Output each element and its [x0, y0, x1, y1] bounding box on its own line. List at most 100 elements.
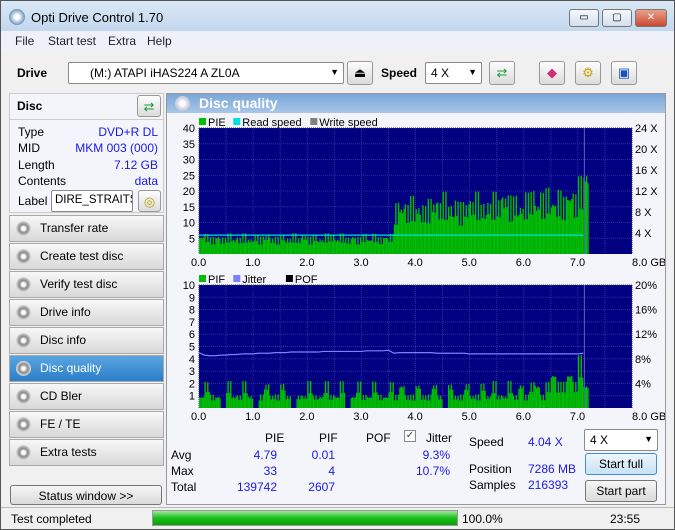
data-bar: [541, 400, 543, 408]
data-bar: [338, 241, 340, 254]
nav-verify-test-disc[interactable]: Verify test disc: [9, 271, 164, 298]
jitter-checkbox[interactable]: ✓: [404, 430, 416, 442]
maximize-button[interactable]: ▢: [602, 9, 632, 27]
data-bar: [319, 396, 321, 408]
data-bar: [246, 242, 248, 254]
eject-button[interactable]: ⏏: [347, 61, 373, 85]
erase-button[interactable]: ◆: [539, 61, 565, 85]
settings-button[interactable]: ⚙: [575, 61, 601, 85]
start-part-button[interactable]: Start part: [585, 480, 657, 502]
data-bar: [376, 392, 378, 408]
data-bar: [502, 396, 504, 408]
data-bar: [388, 392, 390, 408]
data-bar: [332, 234, 335, 254]
data-bar: [209, 394, 212, 408]
data-bar: [491, 219, 493, 254]
data-bar: [258, 400, 260, 408]
data-bar: [227, 381, 229, 408]
drive-select[interactable]: (M:) ATAPI iHAS224 A ZL0A ▼: [68, 62, 344, 84]
data-bar: [571, 375, 573, 408]
chevron-down-icon: ▼: [644, 434, 653, 444]
data-bar: [201, 397, 204, 408]
data-bar: [226, 242, 228, 254]
data-bar: [387, 238, 389, 254]
data-bar: [373, 392, 375, 408]
data-bar: [370, 240, 373, 254]
data-bar: [525, 394, 527, 408]
data-bar: [304, 236, 306, 254]
nav-fe-te[interactable]: FE / TE: [9, 411, 164, 438]
pie-header: PIE: [265, 431, 285, 445]
y-tick-label: 20: [183, 186, 195, 198]
data-bar: [299, 399, 301, 408]
refresh-button[interactable]: ⇄: [489, 61, 515, 85]
disc-refresh-button[interactable]: ⇄: [137, 95, 161, 117]
nav-disc-quality[interactable]: Disc quality: [9, 355, 164, 382]
data-bar: [265, 236, 267, 254]
test-speed-select[interactable]: 4 X ▼: [584, 429, 658, 451]
data-bar: [222, 237, 224, 254]
pof-header: POF: [366, 431, 391, 445]
legend-label: PIF: [208, 274, 225, 286]
data-bar: [270, 242, 273, 254]
position-value: 7286 MB: [528, 462, 577, 476]
data-bar: [516, 399, 519, 408]
start-full-button[interactable]: Start full: [585, 453, 657, 475]
data-bar: [456, 399, 458, 408]
data-bar: [460, 202, 462, 254]
data-bar: [274, 394, 277, 408]
data-bar: [553, 376, 555, 408]
data-bar: [289, 396, 292, 408]
status-window-button[interactable]: Status window >>: [10, 485, 162, 505]
save-button[interactable]: ▣: [611, 61, 637, 85]
data-bar: [322, 396, 324, 408]
data-bar: [272, 238, 274, 254]
y-tick-label: 35: [183, 139, 195, 151]
legend-swatch: [199, 118, 206, 125]
data-bar: [276, 244, 278, 254]
nav-create-test-disc[interactable]: Create test disc: [9, 243, 164, 270]
disc-icon-button[interactable]: ◎: [138, 190, 161, 212]
data-bar: [512, 395, 515, 408]
data-bar: [408, 222, 411, 254]
minimize-button[interactable]: ▭: [569, 9, 599, 27]
data-bar: [211, 400, 213, 408]
data-bar: [249, 398, 251, 408]
legend-swatch: [199, 275, 206, 282]
data-bar: [431, 388, 434, 408]
nav-cd-bler[interactable]: CD Bler: [9, 383, 164, 410]
label-input[interactable]: DIRE_STRAITS_: [51, 190, 133, 212]
data-bar: [208, 391, 210, 408]
data-bar: [481, 390, 484, 408]
data-bar: [339, 233, 342, 254]
data-bar: [308, 244, 310, 254]
data-bar: [427, 198, 430, 254]
data-bar: [351, 397, 354, 408]
menu-extra[interactable]: Extra: [108, 34, 136, 48]
data-bar: [327, 381, 329, 408]
data-bar: [427, 394, 430, 408]
menu-file[interactable]: File: [15, 34, 34, 48]
data-bar: [410, 394, 412, 408]
data-bar: [213, 244, 216, 254]
data-bar: [404, 395, 407, 408]
speed-select[interactable]: 4 X ▼: [425, 62, 482, 84]
data-bar: [332, 395, 335, 408]
menu-start-test[interactable]: Start test: [48, 34, 96, 48]
data-bar: [426, 400, 428, 408]
data-bar: [238, 243, 240, 254]
nav-disc-info[interactable]: Disc info: [9, 327, 164, 354]
data-bar: [458, 400, 461, 408]
charts: 5101520253035404 X8 X12 X16 X20 X24 X0.0…: [183, 117, 665, 423]
menu-help[interactable]: Help: [147, 34, 172, 48]
data-bar: [273, 242, 275, 254]
stat-pie: 139742: [236, 480, 277, 494]
disc-icon: [16, 305, 31, 320]
data-bar: [572, 381, 574, 408]
nav-transfer-rate[interactable]: Transfer rate: [9, 215, 164, 242]
close-button[interactable]: ✕: [635, 9, 667, 27]
nav-drive-info[interactable]: Drive info: [9, 299, 164, 326]
data-bar: [484, 218, 486, 254]
y2-tick-label: 8%: [635, 354, 651, 366]
nav-extra-tests[interactable]: Extra tests: [9, 439, 164, 466]
